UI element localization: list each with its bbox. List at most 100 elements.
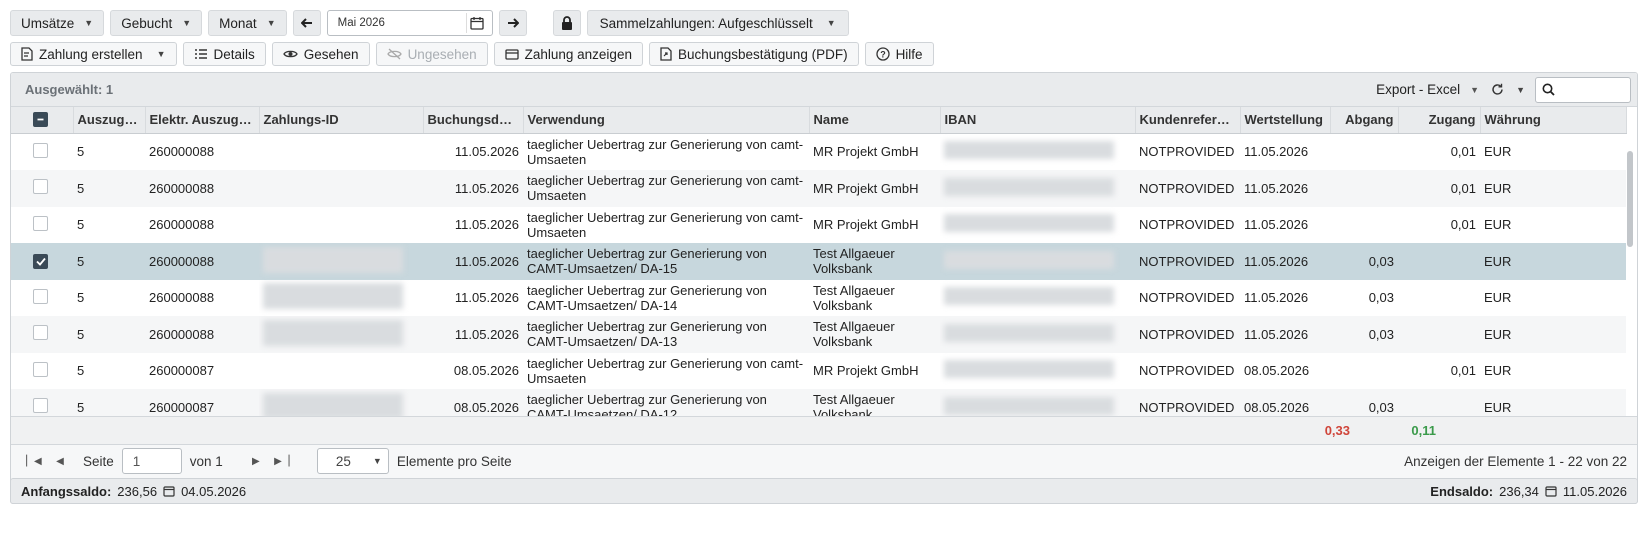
- next-month-button[interactable]: [498, 10, 527, 36]
- row-select-cell[interactable]: [11, 243, 73, 280]
- grid-body[interactable]: 5 260000088 11.05.2026 taeglicher Uebertrag…: [11, 134, 1637, 416]
- gesehen-button[interactable]: Gesehen: [271, 42, 370, 66]
- col-abgang[interactable]: Abgang: [1330, 107, 1399, 134]
- row-checkbox[interactable]: [33, 253, 48, 269]
- table-row[interactable]: 5 260000088 11.05.2026 taeglicher Uebertrag…: [11, 243, 1626, 280]
- cell-name: Test Allgaeuer Volksbank: [809, 243, 940, 280]
- cell-auszug: 5: [77, 144, 85, 160]
- col-iban[interactable]: IBAN: [940, 107, 1136, 134]
- row-checkbox[interactable]: [33, 325, 48, 341]
- table-row[interactable]: 5 260000088 11.05.2026 taeglicher Uebertrag…: [11, 134, 1626, 171]
- hilfe-button[interactable]: ? Hilfe: [864, 42, 934, 66]
- row-select-cell[interactable]: [11, 134, 73, 171]
- monat-dropdown[interactable]: Monat ▼: [208, 10, 287, 36]
- select-all-header[interactable]: [11, 107, 74, 134]
- table-row[interactable]: 5 260000087 08.05.2026 taeglicher Uebertrag…: [11, 353, 1626, 390]
- date-value: Mai 2026: [337, 17, 385, 29]
- page-size-value: 25: [335, 453, 351, 469]
- cell-abgang: 0,03: [1330, 389, 1398, 416]
- per-page-label: Elemente pro Seite: [396, 453, 512, 469]
- col-waehrung[interactable]: Währung: [1480, 107, 1627, 134]
- page-number-input[interactable]: 1: [121, 448, 182, 474]
- document-edit-icon: [21, 47, 33, 61]
- cell-elektr-auszug: 260000088: [145, 316, 259, 353]
- calendar-icon[interactable]: [465, 13, 488, 33]
- cell-abgang: [1330, 134, 1398, 171]
- row-checkbox[interactable]: [33, 288, 48, 304]
- scrollbar-thumb[interactable]: [1627, 151, 1633, 247]
- lock-button[interactable]: [552, 10, 581, 36]
- col-zugang[interactable]: Zugang: [1398, 107, 1481, 134]
- search-icon: [1542, 83, 1555, 96]
- details-label: Details: [213, 46, 255, 62]
- grid-search-input[interactable]: [1535, 76, 1631, 103]
- table-row[interactable]: 5 260000088 11.05.2026 taeglicher Uebertrag…: [11, 316, 1626, 353]
- table-row[interactable]: 5 260000088 11.05.2026 taeglicher Uebertrag…: [11, 207, 1626, 244]
- gebucht-dropdown[interactable]: Gebucht ▼: [110, 10, 203, 36]
- page-number-value: 1: [132, 453, 141, 469]
- col-kundenreferenz[interactable]: Kundenreferenz: [1135, 107, 1241, 134]
- refresh-icon: [1491, 83, 1504, 96]
- endsaldo-label: Endsaldo:: [1430, 483, 1494, 499]
- cell-wertstellung: 08.05.2026: [1240, 389, 1330, 416]
- refresh-dropdown[interactable]: ▼: [1491, 83, 1525, 96]
- chevron-down-icon: ▼: [1470, 84, 1480, 95]
- export-dropdown[interactable]: Export - Excel ▼: [1376, 82, 1479, 97]
- col-buchungsdatum[interactable]: Buchungsdatum: [423, 107, 524, 134]
- row-select-cell[interactable]: [11, 389, 73, 416]
- ungesehen-button[interactable]: Ungesehen: [375, 42, 488, 66]
- row-select-cell[interactable]: [11, 207, 73, 244]
- details-button[interactable]: Details: [182, 42, 266, 66]
- previous-month-button[interactable]: [292, 10, 321, 36]
- zahlung-erstellen-button[interactable]: Zahlung erstellen ▼: [10, 42, 177, 66]
- grid-header-bar: Ausgewählt: 1 Export - Excel ▼ ▼: [11, 73, 1637, 107]
- cell-auszug: 5: [77, 217, 85, 233]
- col-zahlungs-id[interactable]: Zahlungs-ID: [259, 107, 424, 134]
- col-name[interactable]: Name: [809, 107, 941, 134]
- first-page-icon[interactable]: ▏◀: [21, 456, 47, 467]
- row-select-cell[interactable]: [11, 316, 73, 353]
- help-icon: ?: [875, 47, 890, 61]
- row-checkbox[interactable]: [33, 179, 48, 195]
- zahlung-anzeigen-button[interactable]: Zahlung anzeigen: [493, 42, 643, 66]
- anfangssaldo-value: 236,56: [117, 483, 158, 499]
- cell-elektr-auszug: 260000088: [145, 243, 259, 280]
- row-checkbox[interactable]: [33, 215, 48, 231]
- cell-elektr-auszug: 260000088: [149, 144, 215, 160]
- row-select-cell[interactable]: [11, 353, 73, 390]
- table-row[interactable]: 5 260000088 11.05.2026 taeglicher Uebertrag…: [11, 170, 1626, 207]
- month-date-input[interactable]: Mai 2026: [326, 10, 493, 36]
- buchungsbestaetigung-button[interactable]: Buchungsbestätigung (PDF): [648, 42, 859, 66]
- export-label: Export - Excel: [1376, 82, 1461, 97]
- cell-kundenreferenz: NOTPROVIDED: [1135, 170, 1240, 207]
- cell-zahlungs-id: [259, 170, 423, 207]
- col-wertstellung[interactable]: Wertstellung: [1240, 107, 1331, 134]
- next-page-icon[interactable]: ▶: [243, 456, 269, 467]
- cell-buchungsdatum: 11.05.2026: [454, 144, 519, 160]
- col-verwendung[interactable]: Verwendung: [523, 107, 810, 134]
- page-size-select[interactable]: 25 ▼: [316, 448, 389, 474]
- vertical-scrollbar[interactable]: [1627, 139, 1635, 483]
- redacted-payment-id: [263, 246, 403, 273]
- cell-zahlungs-id: [259, 243, 423, 280]
- hilfe-label: Hilfe: [895, 46, 923, 62]
- row-select-cell[interactable]: [11, 170, 73, 207]
- select-all-checkbox[interactable]: [33, 112, 48, 128]
- row-checkbox[interactable]: [33, 361, 48, 377]
- row-checkbox[interactable]: [33, 142, 48, 158]
- previous-page-icon[interactable]: ◀: [47, 456, 73, 467]
- cell-buchungsdatum: 11.05.2026: [423, 170, 523, 207]
- seite-label: Seite: [83, 453, 114, 469]
- col-auszug[interactable]: Auszugs-...: [73, 107, 146, 134]
- cell-kundenreferenz: NOTPROVIDED: [1139, 144, 1235, 160]
- col-elektr-auszug[interactable]: Elektr. Auszugs-Nr.: [145, 107, 260, 134]
- cell-abgang: [1330, 353, 1398, 390]
- table-row[interactable]: 5 260000088 11.05.2026 taeglicher Uebertrag…: [11, 280, 1626, 317]
- last-page-icon[interactable]: ▶▕: [269, 456, 295, 467]
- sammelzahlungen-dropdown[interactable]: Sammelzahlungen: Aufgeschlüsselt ▼: [586, 10, 849, 36]
- table-row[interactable]: 5 260000087 08.05.2026 taeglicher Uebertrag…: [11, 389, 1626, 416]
- cell-zugang: 0,01: [1450, 144, 1476, 160]
- row-select-cell[interactable]: [11, 280, 73, 317]
- umsaetze-dropdown[interactable]: Umsätze ▼: [10, 10, 105, 36]
- row-checkbox[interactable]: [33, 398, 48, 414]
